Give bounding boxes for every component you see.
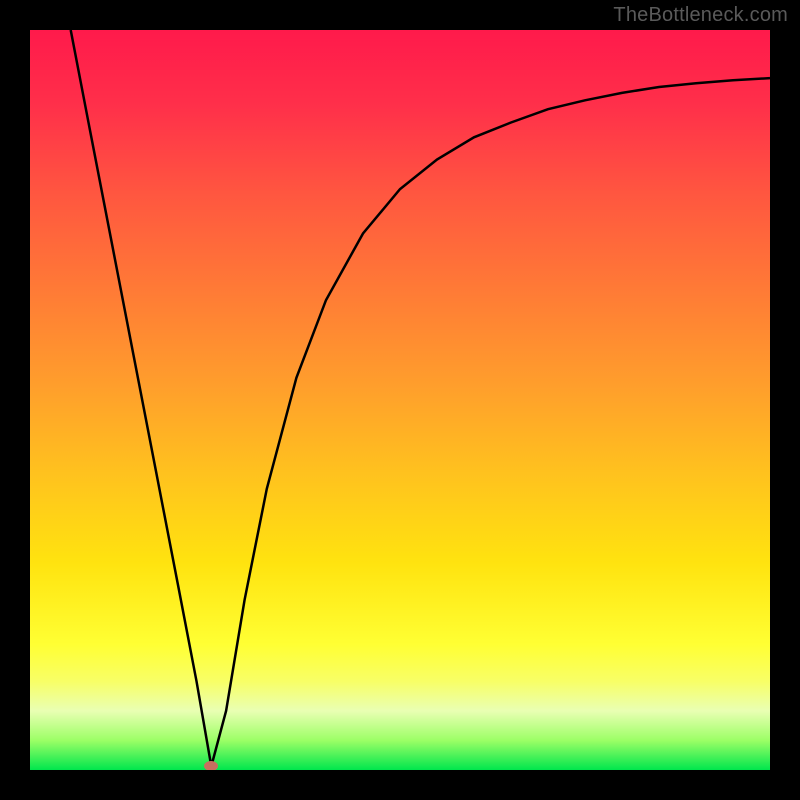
chart-frame: TheBottleneck.com (0, 0, 800, 800)
watermark-text: TheBottleneck.com (613, 4, 788, 27)
plot-area (30, 30, 770, 770)
bottleneck-curve (71, 30, 770, 766)
curve-svg (30, 30, 770, 770)
optimal-point-marker (204, 761, 218, 770)
